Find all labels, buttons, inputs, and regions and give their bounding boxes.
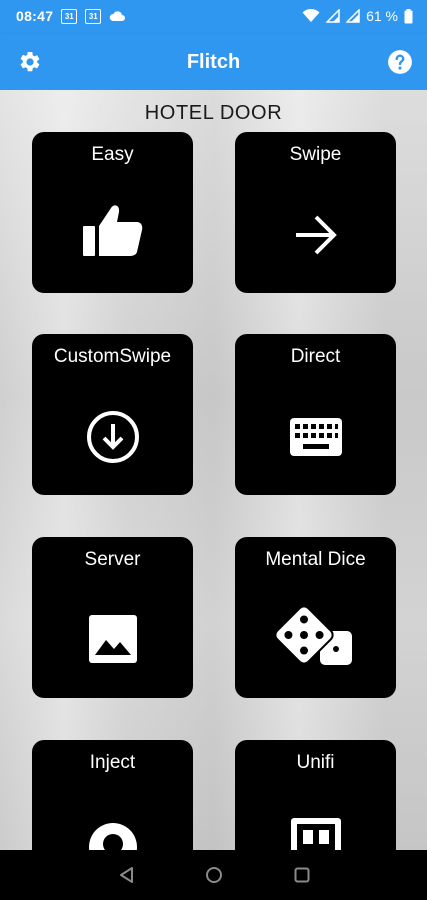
- tile-inject[interactable]: Inject: [32, 740, 193, 850]
- tile-customswipe[interactable]: CustomSwipe: [32, 334, 193, 495]
- dice-icon: [275, 605, 352, 665]
- tile-label: Inject: [89, 752, 136, 773]
- tile-server[interactable]: Server: [32, 537, 193, 698]
- status-time: 08:47: [16, 8, 54, 24]
- tile-direct[interactable]: Direct: [235, 334, 396, 495]
- status-bar: 08:47 31 31 61 %: [0, 0, 427, 34]
- navigation-bar: [0, 850, 427, 900]
- inject-icon: [88, 823, 137, 850]
- home-icon[interactable]: [204, 865, 224, 885]
- main-content: HOTEL DOOR Easy Swipe CustomSwipe Direct: [0, 90, 427, 850]
- unifi-icon: [290, 818, 341, 850]
- tile-label: Swipe: [289, 144, 342, 165]
- thumbs-up-icon: [82, 205, 142, 256]
- settings-gear-icon[interactable]: [18, 50, 42, 74]
- section-title: HOTEL DOOR: [144, 102, 283, 124]
- app-bar: Flitch: [0, 34, 427, 90]
- calendar-notification-icon: 31: [61, 8, 78, 24]
- wifi-icon: [302, 9, 320, 22]
- cloud-icon: [110, 11, 126, 21]
- help-icon[interactable]: [387, 49, 413, 75]
- tile-label: Mental Dice: [265, 549, 366, 570]
- tile-label: Server: [84, 549, 141, 570]
- tile-label: Easy: [91, 144, 134, 165]
- status-left: 08:47 31 31: [16, 8, 126, 24]
- tile-mental-dice[interactable]: Mental Dice: [235, 537, 396, 698]
- signal-icon-2: [346, 9, 360, 23]
- status-right: 61 %: [302, 8, 413, 24]
- tile-swipe[interactable]: Swipe: [235, 132, 396, 293]
- arrow-down-circle-icon: [86, 411, 139, 463]
- keyboard-icon: [289, 418, 342, 456]
- tile-easy[interactable]: Easy: [32, 132, 193, 293]
- battery-percentage: 61 %: [366, 8, 398, 24]
- recents-icon[interactable]: [292, 865, 312, 885]
- image-icon: [88, 615, 137, 663]
- tile-unifi[interactable]: Unifi: [235, 740, 396, 850]
- tile-label: Direct: [290, 346, 341, 367]
- back-icon[interactable]: [117, 865, 137, 885]
- signal-icon: [326, 9, 340, 23]
- app-title: Flitch: [186, 51, 241, 73]
- calendar-notification-icon-2: 31: [85, 8, 102, 24]
- tile-label: Unifi: [296, 752, 335, 773]
- tile-label: CustomSwipe: [53, 346, 172, 367]
- battery-icon: [404, 8, 413, 23]
- arrow-right-icon: [295, 215, 337, 255]
